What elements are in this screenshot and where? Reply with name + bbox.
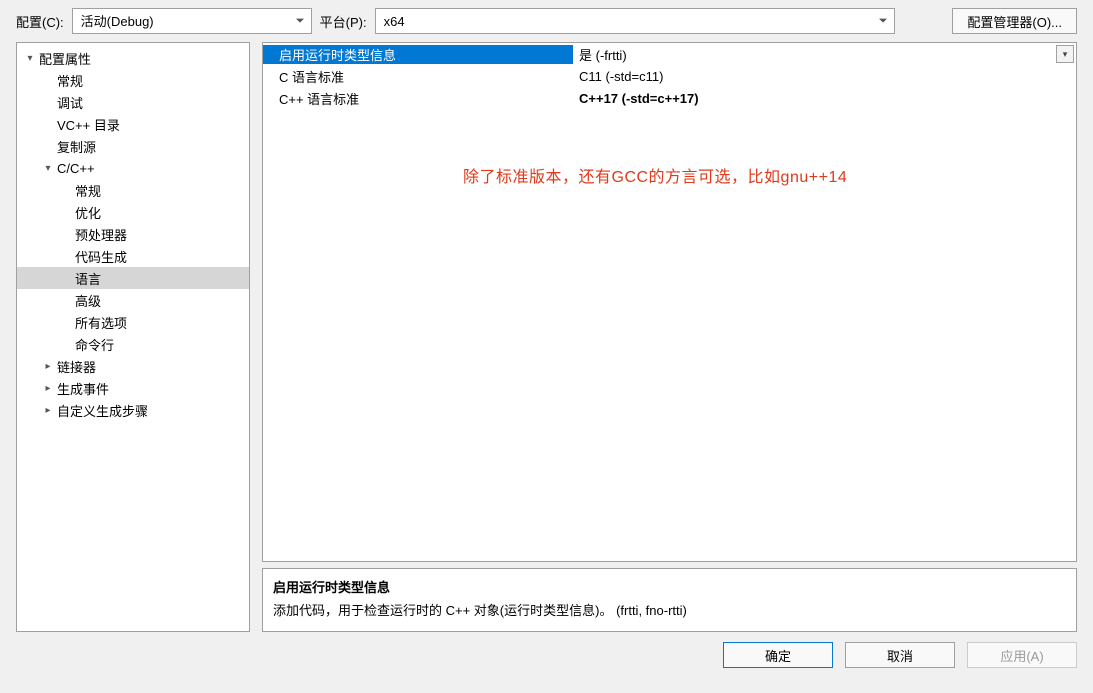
cancel-button[interactable]: 取消 xyxy=(845,642,955,668)
platform-label: 平台(P): xyxy=(320,12,367,31)
tree-twisty-placeholder xyxy=(59,337,73,351)
nav-tree[interactable]: ▾配置属性常规调试VC++ 目录复制源▾C/C++常规优化预处理器代码生成语言高… xyxy=(16,42,250,632)
tree-item[interactable]: 常规 xyxy=(17,69,249,91)
tree-item-label: 生成事件 xyxy=(57,379,109,398)
tree-item-label: 所有选项 xyxy=(75,313,127,332)
main-area: ▾配置属性常规调试VC++ 目录复制源▾C/C++常规优化预处理器代码生成语言高… xyxy=(0,42,1093,632)
tree-item-label: 语言 xyxy=(75,269,101,288)
tree-item-label: 自定义生成步骤 xyxy=(57,401,148,420)
annotation-text: 除了标准版本，还有GCC的方言可选，比如gnu++14 xyxy=(463,163,847,187)
tree-twisty-placeholder xyxy=(41,95,55,109)
property-grid[interactable]: 启用运行时类型信息是 (-frtti)C 语言标准C11 (-std=c11)C… xyxy=(262,42,1077,562)
property-value-text: 是 (-frtti) xyxy=(579,48,627,63)
tree-item[interactable]: ▸链接器 xyxy=(17,355,249,377)
tree-item[interactable]: 预处理器 xyxy=(17,223,249,245)
property-name: C++ 语言标准 xyxy=(263,89,573,108)
tree-item-label: 命令行 xyxy=(75,335,114,354)
description-panel: 启用运行时类型信息 添加代码，用于检查运行时的 C++ 对象(运行时类型信息)。… xyxy=(262,568,1077,632)
tree-twisty-placeholder xyxy=(41,73,55,87)
tree-item[interactable]: 所有选项 xyxy=(17,311,249,333)
tree-item-label: 调试 xyxy=(57,93,83,112)
tree-item[interactable]: 常规 xyxy=(17,179,249,201)
description-body: 添加代码，用于检查运行时的 C++ 对象(运行时类型信息)。 (frtti, f… xyxy=(273,600,1066,619)
property-value[interactable]: C11 (-std=c11) xyxy=(573,69,1076,84)
property-name: 启用运行时类型信息 xyxy=(263,45,573,64)
tree-twisty-placeholder xyxy=(59,271,73,285)
tree-twisty-placeholder xyxy=(59,205,73,219)
tree-item[interactable]: 优化 xyxy=(17,201,249,223)
tree-twisty-placeholder xyxy=(41,117,55,131)
tree-twisty-icon[interactable]: ▸ xyxy=(41,381,55,395)
property-value-text: C11 (-std=c11) xyxy=(579,69,663,84)
tree-twisty-icon[interactable]: ▾ xyxy=(41,161,55,175)
description-title: 启用运行时类型信息 xyxy=(273,577,1066,596)
tree-item-label: 常规 xyxy=(75,181,101,200)
tree-item[interactable]: 调试 xyxy=(17,91,249,113)
tree-item-label: 链接器 xyxy=(57,357,96,376)
tree-twisty-placeholder xyxy=(59,315,73,329)
tree-twisty-placeholder xyxy=(59,293,73,307)
tree-item[interactable]: 高级 xyxy=(17,289,249,311)
tree-item-label: C/C++ xyxy=(57,161,95,176)
tree-item[interactable]: 复制源 xyxy=(17,135,249,157)
config-select[interactable]: 活动(Debug) xyxy=(72,8,312,34)
topbar: 配置(C): 活动(Debug) 平台(P): x64 配置管理器(O)... xyxy=(0,0,1093,42)
tree-item[interactable]: ▸自定义生成步骤 xyxy=(17,399,249,421)
property-name: C 语言标准 xyxy=(263,67,573,86)
tree-item-label: 常规 xyxy=(57,71,83,90)
tree-twisty-icon[interactable]: ▸ xyxy=(41,359,55,373)
tree-item[interactable]: ▸生成事件 xyxy=(17,377,249,399)
tree-item-label: 复制源 xyxy=(57,137,96,156)
tree-twisty-placeholder xyxy=(59,183,73,197)
tree-twisty-placeholder xyxy=(59,227,73,241)
tree-item-label: 配置属性 xyxy=(39,49,91,68)
property-row[interactable]: C++ 语言标准 C++17 (-std=c++17) xyxy=(263,87,1076,109)
property-value-text: C++17 (-std=c++17) xyxy=(579,91,699,106)
tree-twisty-icon[interactable]: ▸ xyxy=(41,403,55,417)
tree-item-label: 预处理器 xyxy=(75,225,127,244)
property-row[interactable]: 启用运行时类型信息是 (-frtti) xyxy=(263,43,1076,65)
tree-item[interactable]: VC++ 目录 xyxy=(17,113,249,135)
apply-button[interactable]: 应用(A) xyxy=(967,642,1077,668)
config-label: 配置(C): xyxy=(16,12,64,31)
right-column: 启用运行时类型信息是 (-frtti)C 语言标准C11 (-std=c11)C… xyxy=(262,42,1077,632)
config-manager-button[interactable]: 配置管理器(O)... xyxy=(952,8,1077,34)
platform-select[interactable]: x64 xyxy=(375,8,895,34)
tree-item-label: 代码生成 xyxy=(75,247,127,266)
dialog-buttons: 确定 取消 应用(A) xyxy=(0,632,1093,680)
tree-item[interactable]: 命令行 xyxy=(17,333,249,355)
tree-twisty-icon[interactable]: ▾ xyxy=(23,51,37,65)
tree-item-label: VC++ 目录 xyxy=(57,115,120,134)
tree-item-label: 高级 xyxy=(75,291,101,310)
tree-twisty-placeholder xyxy=(41,139,55,153)
tree-item[interactable]: ▾C/C++ xyxy=(17,157,249,179)
ok-button[interactable]: 确定 xyxy=(723,642,833,668)
property-row[interactable]: C 语言标准 C11 (-std=c11) xyxy=(263,65,1076,87)
tree-item[interactable]: 语言 xyxy=(17,267,249,289)
tree-item[interactable]: ▾配置属性 xyxy=(17,47,249,69)
property-value[interactable]: C++17 (-std=c++17) xyxy=(573,91,1076,106)
tree-twisty-placeholder xyxy=(59,249,73,263)
tree-item[interactable]: 代码生成 xyxy=(17,245,249,267)
chevron-down-icon[interactable]: ▾ xyxy=(1056,45,1074,63)
tree-item-label: 优化 xyxy=(75,203,101,222)
property-value[interactable]: 是 (-frtti) xyxy=(573,45,1076,64)
